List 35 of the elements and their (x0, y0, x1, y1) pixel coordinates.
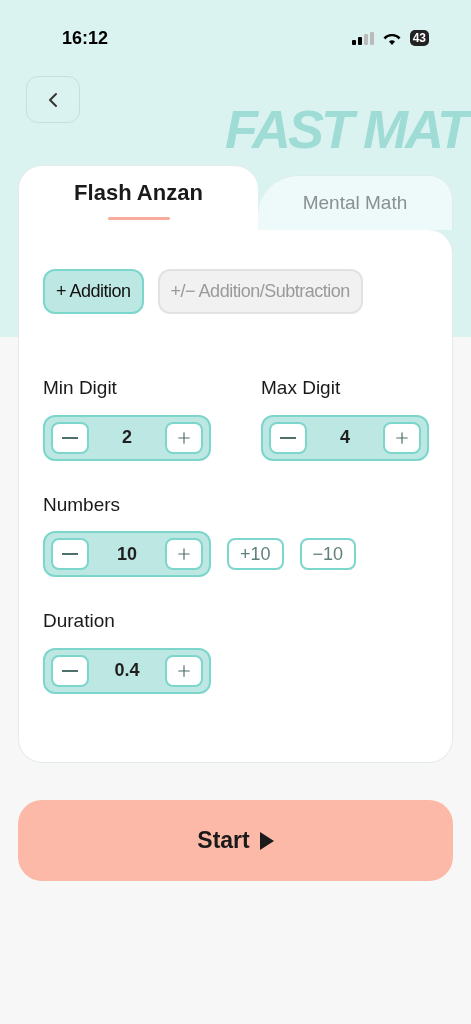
increment-button[interactable] (383, 421, 421, 454)
quick-adjust-button[interactable]: +10 (227, 538, 284, 570)
tab[interactable]: Flash Anzan (18, 165, 258, 230)
decrement-button[interactable] (51, 654, 89, 687)
field-label: Max Digit (261, 376, 342, 400)
play-icon (259, 831, 274, 850)
minus-icon (62, 436, 78, 439)
tab[interactable]: Mental Math (258, 175, 453, 230)
plus-icon (175, 545, 193, 563)
signal-icon (351, 31, 374, 45)
minus-icon (280, 436, 296, 439)
stepper-value: 10 (117, 542, 137, 566)
field-label: Min Digit (43, 376, 118, 400)
field-label: Numbers (43, 492, 122, 517)
tab-underline (107, 217, 170, 220)
increment-button[interactable] (165, 654, 203, 687)
minus-icon (62, 669, 78, 672)
decrement-button[interactable] (51, 538, 89, 570)
wifi-icon (381, 31, 402, 45)
minus-icon (62, 553, 78, 555)
mode-button[interactable]: +/− Addition/Subtraction (157, 269, 363, 314)
increment-button[interactable] (165, 538, 203, 570)
app-wordmark: FAST MAT (225, 98, 471, 160)
decrement-button[interactable] (51, 421, 89, 454)
back-button[interactable] (26, 76, 80, 123)
stepper-value: 0.4 (114, 659, 140, 682)
status-time: 16:12 (62, 26, 109, 50)
increment-button[interactable] (165, 421, 203, 454)
field-label: Duration (43, 609, 116, 633)
stepper-value: 2 (122, 426, 132, 449)
decrement-button[interactable] (269, 421, 307, 454)
mode-button[interactable]: + Addition (43, 269, 144, 314)
quick-adjust-button[interactable]: −10 (299, 538, 357, 570)
stepper-value: 4 (340, 426, 350, 449)
start-button[interactable]: Start (18, 800, 453, 881)
